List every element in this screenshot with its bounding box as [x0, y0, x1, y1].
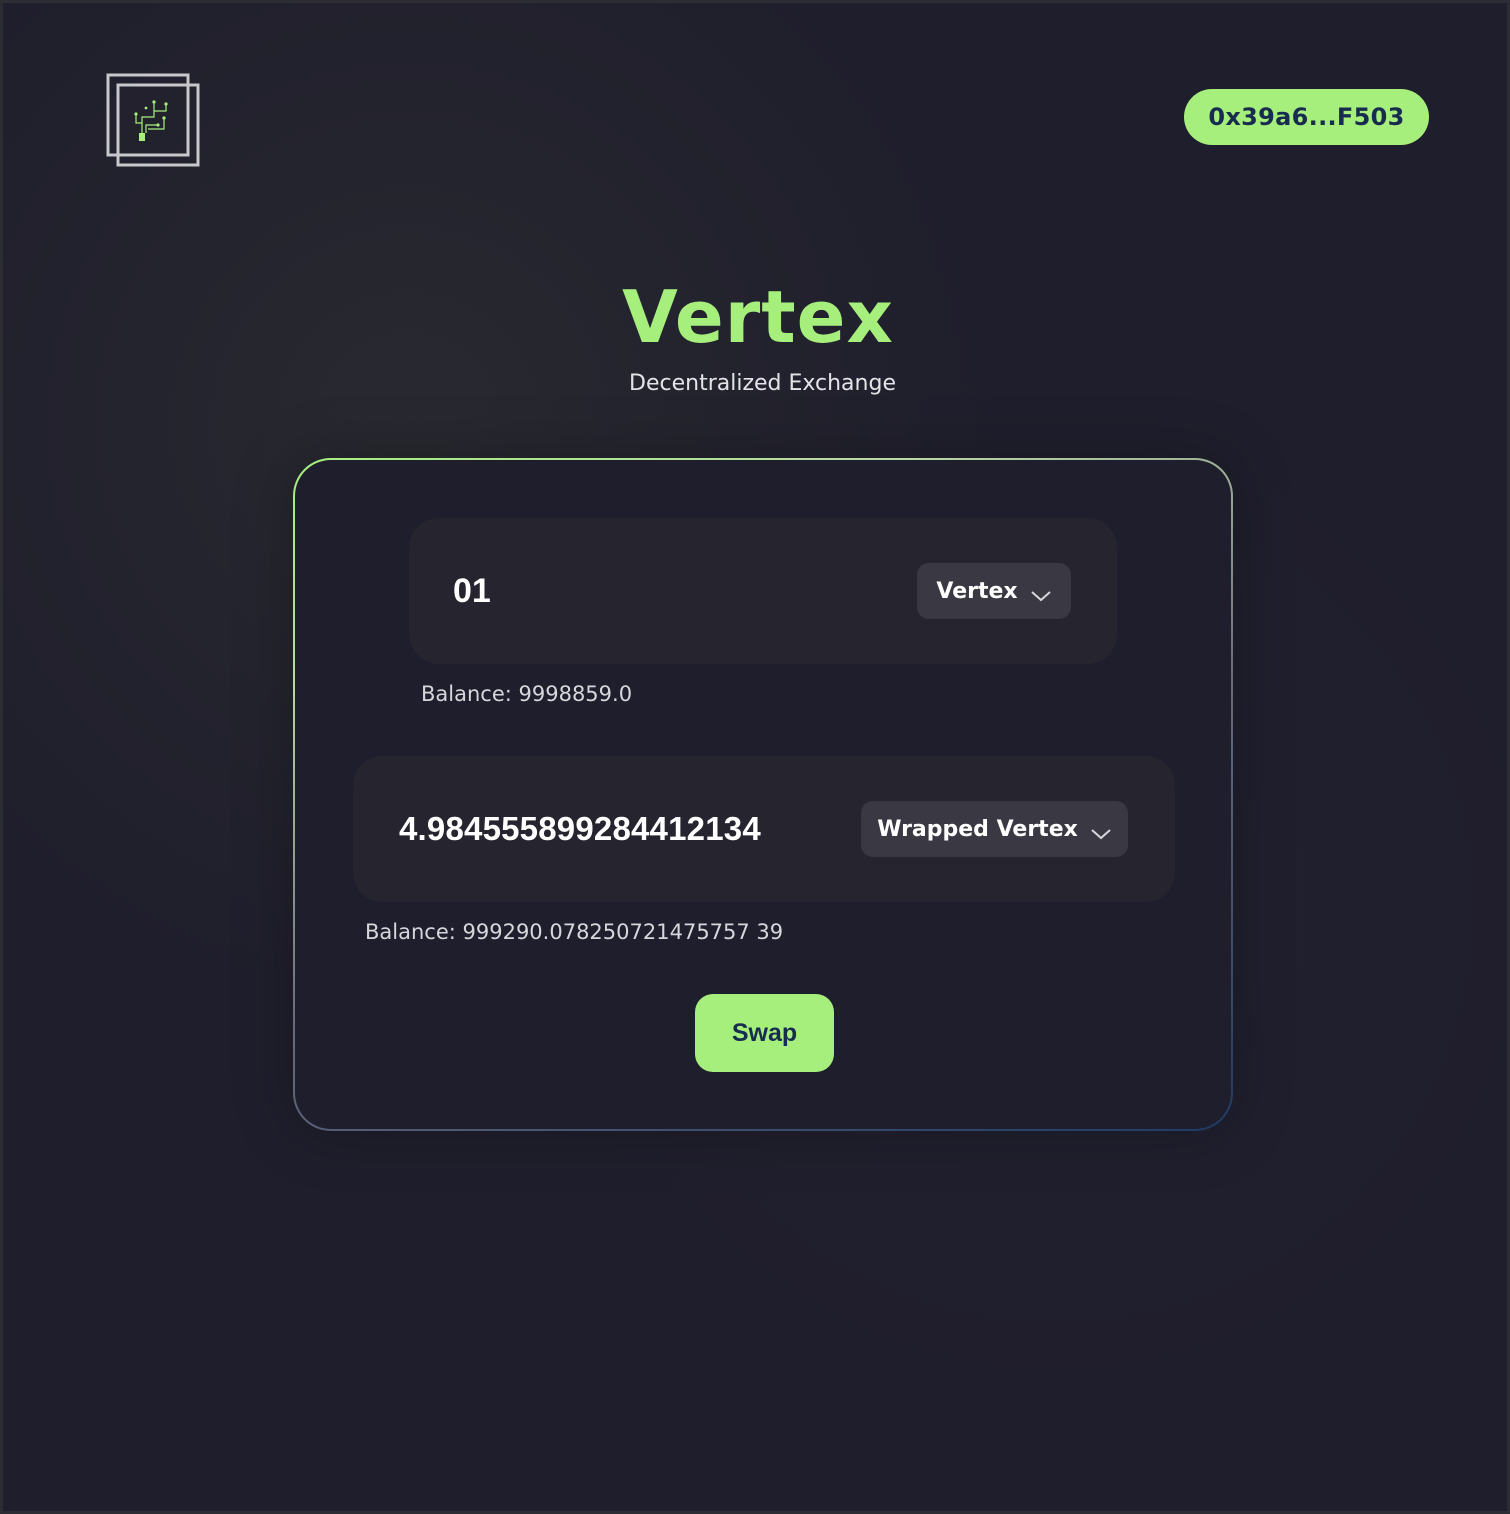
- circuit-logo-icon[interactable]: [106, 73, 200, 167]
- to-balance: Balance: 999290.078250721475757 39: [365, 920, 784, 944]
- app-title: Vertex: [622, 275, 894, 359]
- chevron-down-icon: [1030, 584, 1052, 602]
- to-token-select[interactable]: Wrapped Vertex: [861, 801, 1128, 857]
- from-token-field: Vertex: [409, 518, 1117, 664]
- to-token-field: Wrapped Vertex: [353, 756, 1175, 902]
- to-token-label: Wrapped Vertex: [877, 816, 1078, 842]
- app-window: 0x39a6...F503 Vertex Decentralized Excha…: [0, 0, 1510, 1514]
- chevron-down-icon: [1090, 822, 1112, 840]
- from-token-select[interactable]: Vertex: [917, 563, 1071, 619]
- swap-button[interactable]: Swap: [695, 994, 834, 1072]
- swap-card: Vertex Balance: 9998859.0 Wrapped Vertex…: [293, 458, 1233, 1131]
- from-token-label: Vertex: [936, 578, 1018, 604]
- from-balance: Balance: 9998859.0: [421, 682, 633, 706]
- from-amount-input[interactable]: [453, 518, 873, 664]
- to-amount-input[interactable]: [399, 756, 839, 902]
- app-subtitle: Decentralized Exchange: [629, 371, 896, 396]
- wallet-address-button[interactable]: 0x39a6...F503: [1184, 89, 1429, 145]
